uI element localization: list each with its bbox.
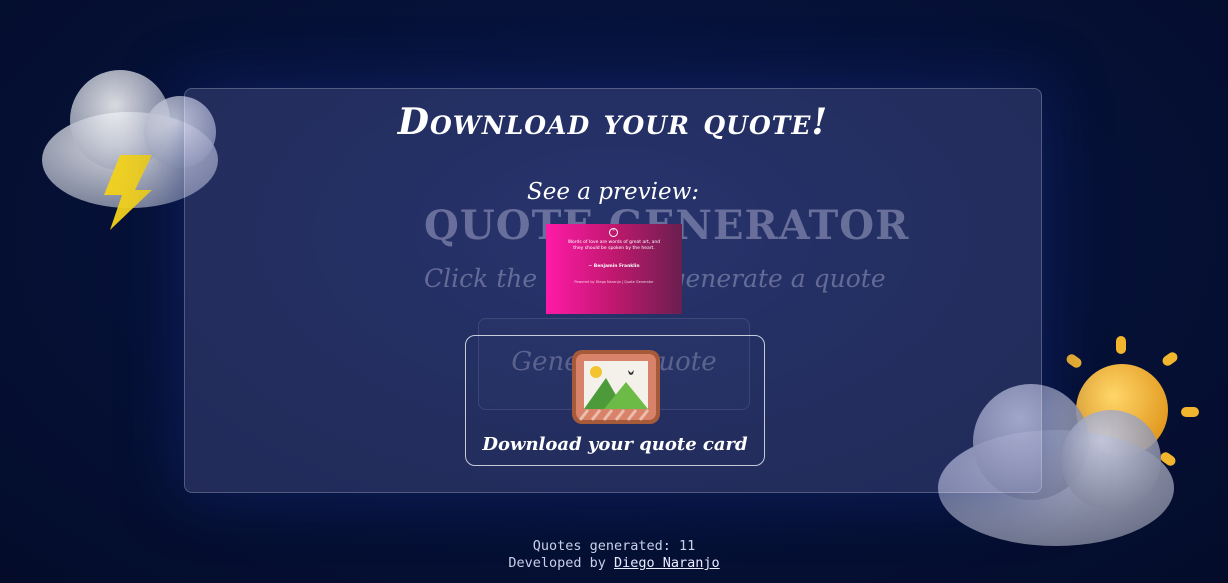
page-footer: Quotes generated: 11 Developed by Diego … <box>0 538 1228 572</box>
image-frame-icon <box>572 350 660 424</box>
download-modal: Download your quote! See a preview: " Wo… <box>184 88 1042 493</box>
preview-card-footer: Powered by Diego Naranjo | Quote Generat… <box>574 280 654 284</box>
preview-quote-text: Words of love are words of great art, an… <box>567 240 661 251</box>
quotes-counter-label: Quotes generated: <box>532 538 671 554</box>
quote-card-preview: " Words of love are words of great art, … <box>546 224 682 314</box>
modal-title: Download your quote! <box>397 101 829 143</box>
quotes-counter-value: 11 <box>679 538 696 554</box>
preview-quote-author: ~ Benjamin Franklin <box>588 264 640 269</box>
download-quote-card-button[interactable]: Download your quote card <box>465 335 765 466</box>
download-button-label: Download your quote card <box>482 434 748 455</box>
quotes-counter: Quotes generated: 11 <box>0 538 1228 555</box>
developer-link[interactable]: Diego Naranjo <box>614 555 720 571</box>
developed-by-label: Developed by <box>508 555 606 571</box>
preview-label: See a preview: <box>526 179 700 205</box>
quote-mark-icon: " <box>609 228 618 237</box>
developer-credit: Developed by Diego Naranjo <box>0 555 1228 572</box>
